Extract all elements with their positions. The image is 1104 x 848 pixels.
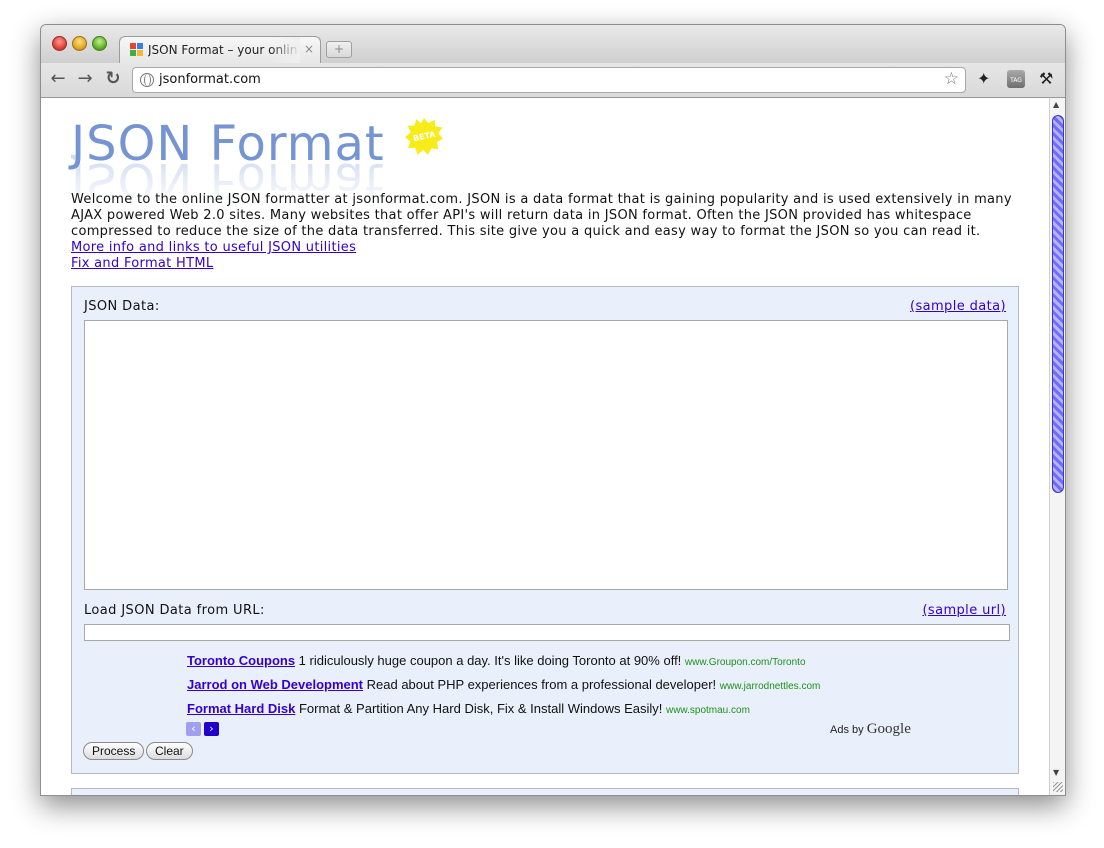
beta-badge: BETA bbox=[405, 118, 443, 155]
reload-icon[interactable]: ↻ bbox=[103, 68, 123, 89]
json-data-label: JSON Data: bbox=[84, 299, 160, 314]
ad-item: Toronto Coupons 1 ridiculously huge coup… bbox=[187, 653, 947, 677]
process-button[interactable]: Process bbox=[83, 742, 145, 760]
json-form-panel: JSON Data: (sample data) Load JSON Data … bbox=[71, 286, 1019, 774]
ad-text: 1 ridiculously huge coupon a day. It's l… bbox=[295, 653, 685, 668]
ad-url[interactable]: www.jarrodnettles.com bbox=[720, 681, 821, 692]
tab-json-format[interactable]: JSON Format – your online JS × bbox=[119, 36, 321, 64]
ads-by-google[interactable]: Ads by Google bbox=[830, 721, 911, 738]
ad-next-button[interactable]: › bbox=[204, 722, 219, 736]
globe-icon bbox=[140, 73, 154, 87]
forward-arrow-icon[interactable]: → bbox=[75, 68, 95, 89]
intro-paragraph: Welcome to the online JSON formatter at … bbox=[71, 192, 1012, 239]
wrench-icon[interactable]: ⚒ bbox=[1039, 69, 1053, 88]
intro-section: Welcome to the online JSON formatter at … bbox=[71, 192, 1021, 272]
ads-block: Toronto Coupons 1 ridiculously huge coup… bbox=[187, 653, 947, 725]
url-text[interactable]: jsonformat.com bbox=[159, 72, 261, 87]
sample-data-link[interactable]: (sample data) bbox=[910, 299, 1006, 314]
browser-toolbar: ← → ↻ jsonformat.com ☆ ✦ TAG ⚒ bbox=[41, 63, 1065, 98]
ads-by-label: Ads by bbox=[830, 724, 864, 736]
tag-icon[interactable]: TAG bbox=[1007, 70, 1025, 88]
tab-close-icon[interactable]: × bbox=[304, 42, 314, 56]
ad-text: Format & Partition Any Hard Disk, Fix & … bbox=[295, 701, 666, 716]
json-url-input[interactable] bbox=[84, 624, 1010, 641]
more-info-link[interactable]: More info and links to useful JSON utili… bbox=[71, 240, 1021, 256]
ad-text: Read about PHP experiences from a profes… bbox=[363, 677, 720, 692]
favicon-icon bbox=[130, 43, 144, 57]
title-bar: JSON Format – your online JS × + bbox=[41, 25, 1065, 64]
ad-url[interactable]: www.Groupon.com/Toronto bbox=[685, 657, 806, 668]
vertical-scrollbar[interactable]: ▲ ▼ bbox=[1049, 98, 1065, 795]
new-tab-button[interactable]: + bbox=[326, 41, 352, 58]
ad-title-link[interactable]: Format Hard Disk bbox=[187, 701, 295, 716]
browser-window: JSON Format – your online JS × + ← → ↻ j… bbox=[40, 24, 1066, 796]
beta-label: BETA bbox=[412, 129, 437, 144]
close-window-button[interactable] bbox=[52, 36, 67, 51]
scroll-down-arrow-icon[interactable]: ▼ bbox=[1053, 768, 1059, 777]
ad-prev-button[interactable]: ‹ bbox=[186, 722, 201, 736]
bookmark-star-icon[interactable]: ☆ bbox=[944, 69, 959, 89]
json-data-textarea[interactable] bbox=[84, 320, 1008, 590]
page-action-icon[interactable]: ✦ bbox=[977, 69, 990, 88]
minimize-window-button[interactable] bbox=[72, 36, 87, 51]
site-logo: JSON Format JSON Format BETA bbox=[71, 116, 443, 208]
fix-format-html-link[interactable]: Fix and Format HTML bbox=[71, 256, 1021, 272]
load-url-label: Load JSON Data from URL: bbox=[84, 603, 265, 618]
page-content: JSON Format JSON Format BETA Welcome to … bbox=[41, 98, 1049, 795]
clear-button[interactable]: Clear bbox=[146, 742, 193, 760]
ad-item: Jarrod on Web Development Read about PHP… bbox=[187, 677, 947, 701]
address-bar[interactable]: jsonformat.com ☆ bbox=[132, 67, 966, 93]
ad-title-link[interactable]: Jarrod on Web Development bbox=[187, 677, 363, 692]
google-logo: Google bbox=[866, 721, 911, 737]
sample-url-link[interactable]: (sample url) bbox=[922, 603, 1006, 618]
scroll-up-arrow-icon[interactable]: ▲ bbox=[1053, 100, 1059, 109]
window-resize-grip[interactable] bbox=[1053, 782, 1063, 792]
back-arrow-icon[interactable]: ← bbox=[48, 68, 68, 89]
maximize-window-button[interactable] bbox=[92, 36, 107, 51]
ad-title-link[interactable]: Toronto Coupons bbox=[187, 653, 295, 668]
scroll-thumb[interactable] bbox=[1052, 115, 1064, 493]
ad-url[interactable]: www.spotmau.com bbox=[666, 705, 750, 716]
output-panel bbox=[71, 788, 1019, 795]
